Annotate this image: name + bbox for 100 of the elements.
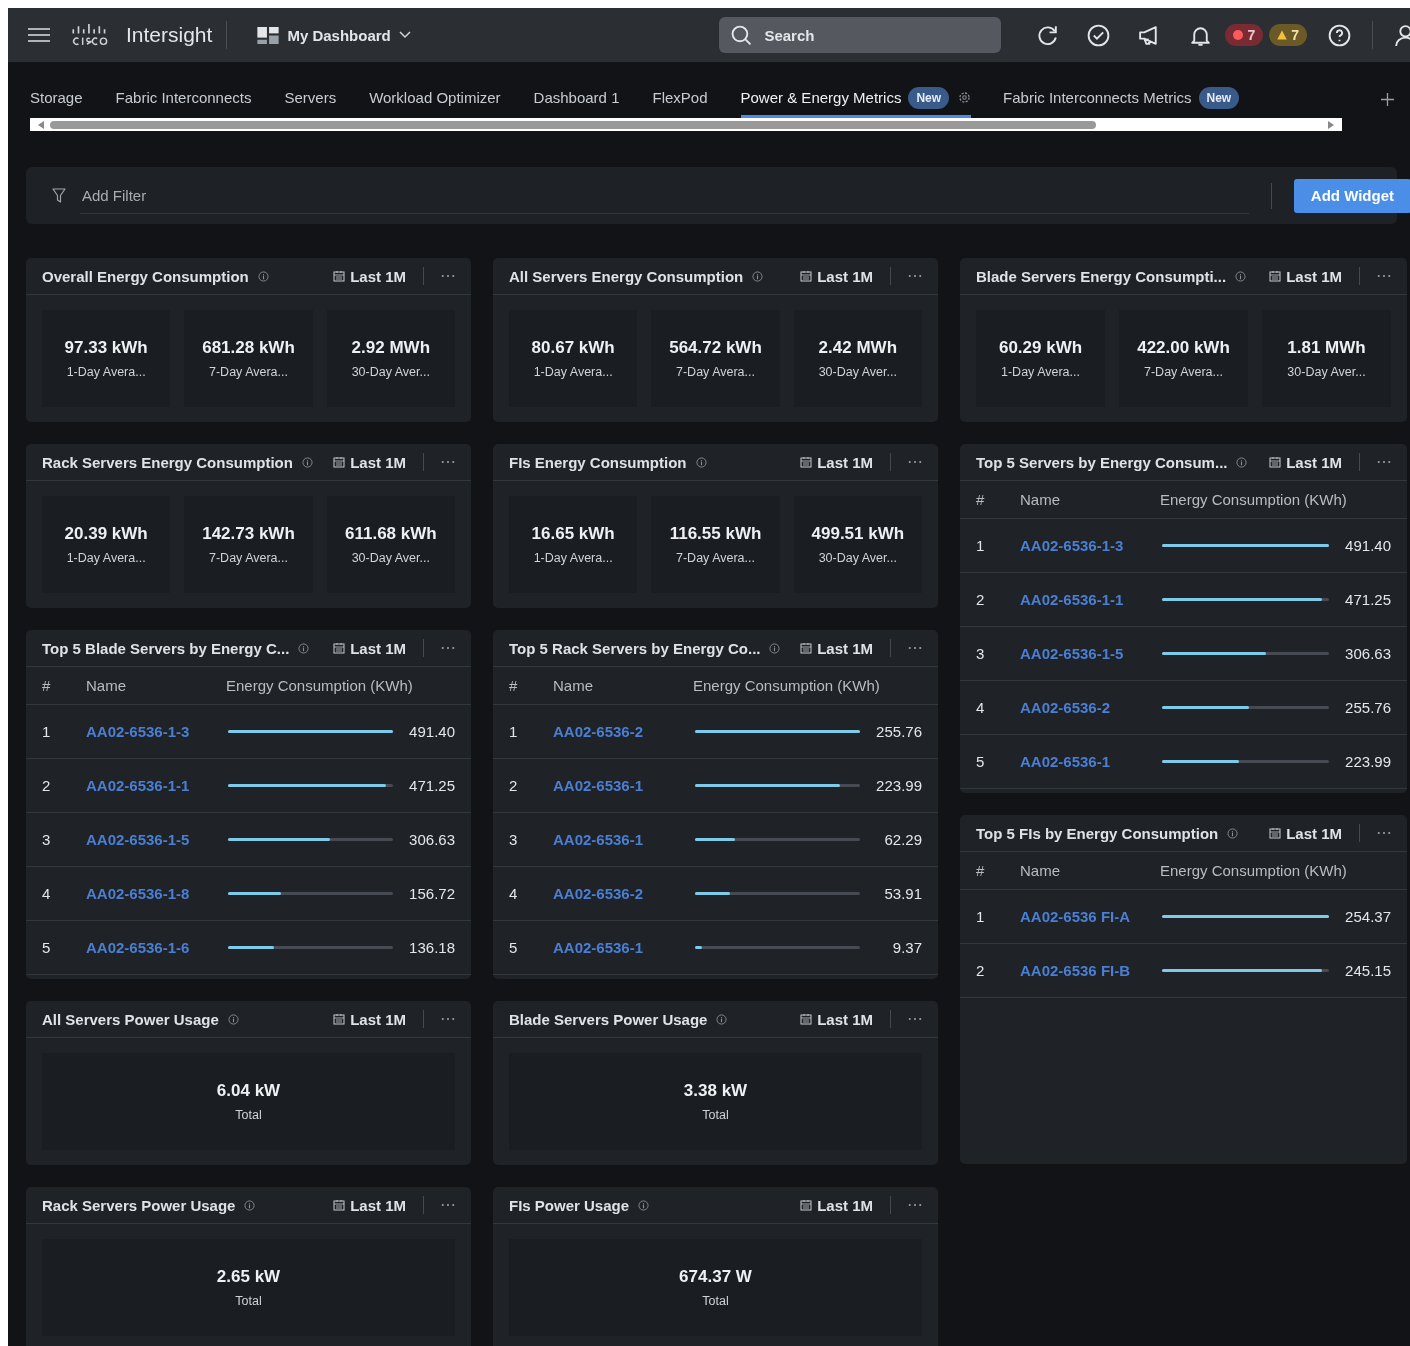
user-icon[interactable]	[1393, 22, 1410, 48]
calendar-icon	[333, 642, 346, 654]
stat-label: 1-Day Avera...	[1001, 365, 1080, 379]
menu-icon[interactable]	[28, 27, 50, 43]
info-icon[interactable]	[1236, 456, 1248, 468]
server-link[interactable]: AA02-6536-1	[553, 777, 695, 794]
dashboard-tab[interactable]: Dashboard 1	[533, 88, 636, 118]
dashboard-selector[interactable]: My Dashboard	[257, 26, 411, 44]
time-range-button[interactable]: Last 1M	[333, 453, 406, 471]
calendar-icon	[1269, 827, 1282, 839]
alert-count-badge[interactable]: 7	[1269, 24, 1307, 46]
time-range-button[interactable]: Last 1M	[800, 267, 873, 285]
value-cell-text: 491.40	[1344, 537, 1391, 554]
more-options-icon[interactable]	[1377, 460, 1391, 464]
scroll-left-icon[interactable]	[38, 120, 44, 129]
time-range-button[interactable]: Last 1M	[1269, 824, 1342, 842]
widget-title: All Servers Energy Consumption	[509, 267, 744, 285]
alert-count-badge[interactable]: 7	[1225, 24, 1264, 46]
column-header: Name	[86, 677, 127, 694]
filter-field[interactable]: Add Filter	[80, 177, 1249, 214]
check-circle-icon[interactable]	[1086, 22, 1112, 48]
server-link[interactable]: AA02-6536-1-3	[86, 723, 228, 740]
more-options-icon[interactable]	[908, 274, 922, 278]
time-range-button[interactable]: Last 1M	[800, 1196, 873, 1214]
server-link[interactable]: AA02-6536-1-3	[1020, 537, 1162, 554]
column-header: Name	[1020, 862, 1061, 879]
time-range-button[interactable]: Last 1M	[800, 639, 873, 657]
server-link[interactable]: AA02-6536-1	[553, 831, 695, 848]
time-range-button[interactable]: Last 1M	[800, 453, 873, 471]
stat-label: Total	[702, 1108, 729, 1122]
dashboard-tab[interactable]: Workload Optimizer	[369, 88, 517, 118]
dashboard-tab[interactable]: Fabric Interconnects Metrics New	[1003, 88, 1256, 118]
info-icon[interactable]	[638, 1199, 650, 1211]
info-icon[interactable]	[257, 270, 269, 282]
value-cell-text: 156.72	[408, 885, 455, 902]
info-icon[interactable]	[769, 642, 781, 654]
time-range-button[interactable]: Last 1M	[333, 639, 406, 657]
time-range-button[interactable]: Last 1M	[333, 1196, 406, 1214]
more-options-icon[interactable]	[441, 460, 455, 464]
scroll-right-icon[interactable]	[1328, 120, 1334, 129]
info-icon[interactable]	[298, 642, 310, 654]
calendar-icon	[333, 1199, 346, 1211]
column-header: Name	[1020, 491, 1061, 508]
info-icon[interactable]	[227, 1013, 239, 1025]
stat-value: 2.42 MWh	[818, 338, 897, 358]
info-icon[interactable]	[716, 1013, 728, 1025]
more-options-icon[interactable]	[441, 646, 455, 650]
dashboard-tab[interactable]: FlexPod	[652, 88, 724, 118]
server-link[interactable]: AA02-6536 FI-B	[1020, 962, 1162, 979]
server-link[interactable]: AA02-6536-2	[553, 723, 695, 740]
settings-icon[interactable]	[958, 91, 972, 104]
search-field[interactable]: Search	[719, 17, 1002, 53]
server-link[interactable]: AA02-6536-1-1	[86, 777, 228, 794]
more-options-icon[interactable]	[1377, 831, 1391, 835]
rank-cell-text: 2	[509, 777, 519, 794]
help-icon[interactable]	[1327, 22, 1352, 48]
server-link[interactable]: AA02-6536-1-5	[1020, 645, 1162, 662]
more-options-icon[interactable]	[441, 274, 455, 278]
server-link[interactable]: AA02-6536-1	[1020, 753, 1162, 770]
server-link[interactable]: AA02-6536-2	[553, 885, 695, 902]
dashboard-tab[interactable]: Servers	[284, 88, 353, 118]
stat-value: 3.38 kW	[683, 1081, 748, 1101]
dashboard-tab[interactable]: Storage	[30, 88, 99, 118]
value-cell-text: 136.18	[408, 939, 455, 956]
add-tab-icon[interactable]	[1381, 93, 1394, 106]
value-cell-text: 306.63	[408, 831, 455, 848]
more-options-icon[interactable]	[908, 646, 922, 650]
column-header: Energy Consumption (KWh)	[1160, 491, 1347, 508]
more-options-icon[interactable]	[908, 460, 922, 464]
more-options-icon[interactable]	[441, 1017, 455, 1021]
time-range-button[interactable]: Last 1M	[1269, 267, 1342, 285]
more-options-icon[interactable]	[441, 1203, 455, 1207]
info-icon[interactable]	[752, 270, 764, 282]
time-range-button[interactable]: Last 1M	[1269, 453, 1342, 471]
time-range-button[interactable]: Last 1M	[333, 1010, 406, 1028]
info-icon[interactable]	[1235, 270, 1247, 282]
server-link[interactable]: AA02-6536 FI-A	[1020, 908, 1162, 925]
server-link[interactable]: AA02-6536-1-8	[86, 885, 228, 902]
info-icon[interactable]	[695, 456, 707, 468]
more-options-icon[interactable]	[1377, 274, 1391, 278]
server-link[interactable]: AA02-6536-2	[1020, 699, 1162, 716]
time-range-button[interactable]: Last 1M	[800, 1010, 873, 1028]
value-cell-text: 471.25	[408, 777, 455, 794]
server-link[interactable]: AA02-6536-1-6	[86, 939, 228, 956]
info-icon[interactable]	[301, 456, 313, 468]
horizontal-scrollbar[interactable]	[30, 118, 1342, 131]
info-icon[interactable]	[1227, 827, 1239, 839]
value-cell-text: 9.37	[891, 939, 922, 956]
time-range-button[interactable]: Last 1M	[333, 267, 406, 285]
server-link[interactable]: AA02-6536-1	[553, 939, 695, 956]
server-link[interactable]: AA02-6536-1-1	[1020, 591, 1162, 608]
info-icon[interactable]	[244, 1199, 256, 1211]
dashboard-tab[interactable]: Fabric Interconnects	[115, 88, 268, 118]
more-options-icon[interactable]	[908, 1017, 922, 1021]
server-link[interactable]: AA02-6536-1-5	[86, 831, 228, 848]
more-options-icon[interactable]	[908, 1203, 922, 1207]
rank-cell-text: 1	[976, 537, 986, 554]
rank-cell-text: 5	[509, 939, 519, 956]
stat-value: 80.67 kWh	[531, 338, 615, 358]
stat-value: 1.81 MWh	[1287, 338, 1366, 358]
